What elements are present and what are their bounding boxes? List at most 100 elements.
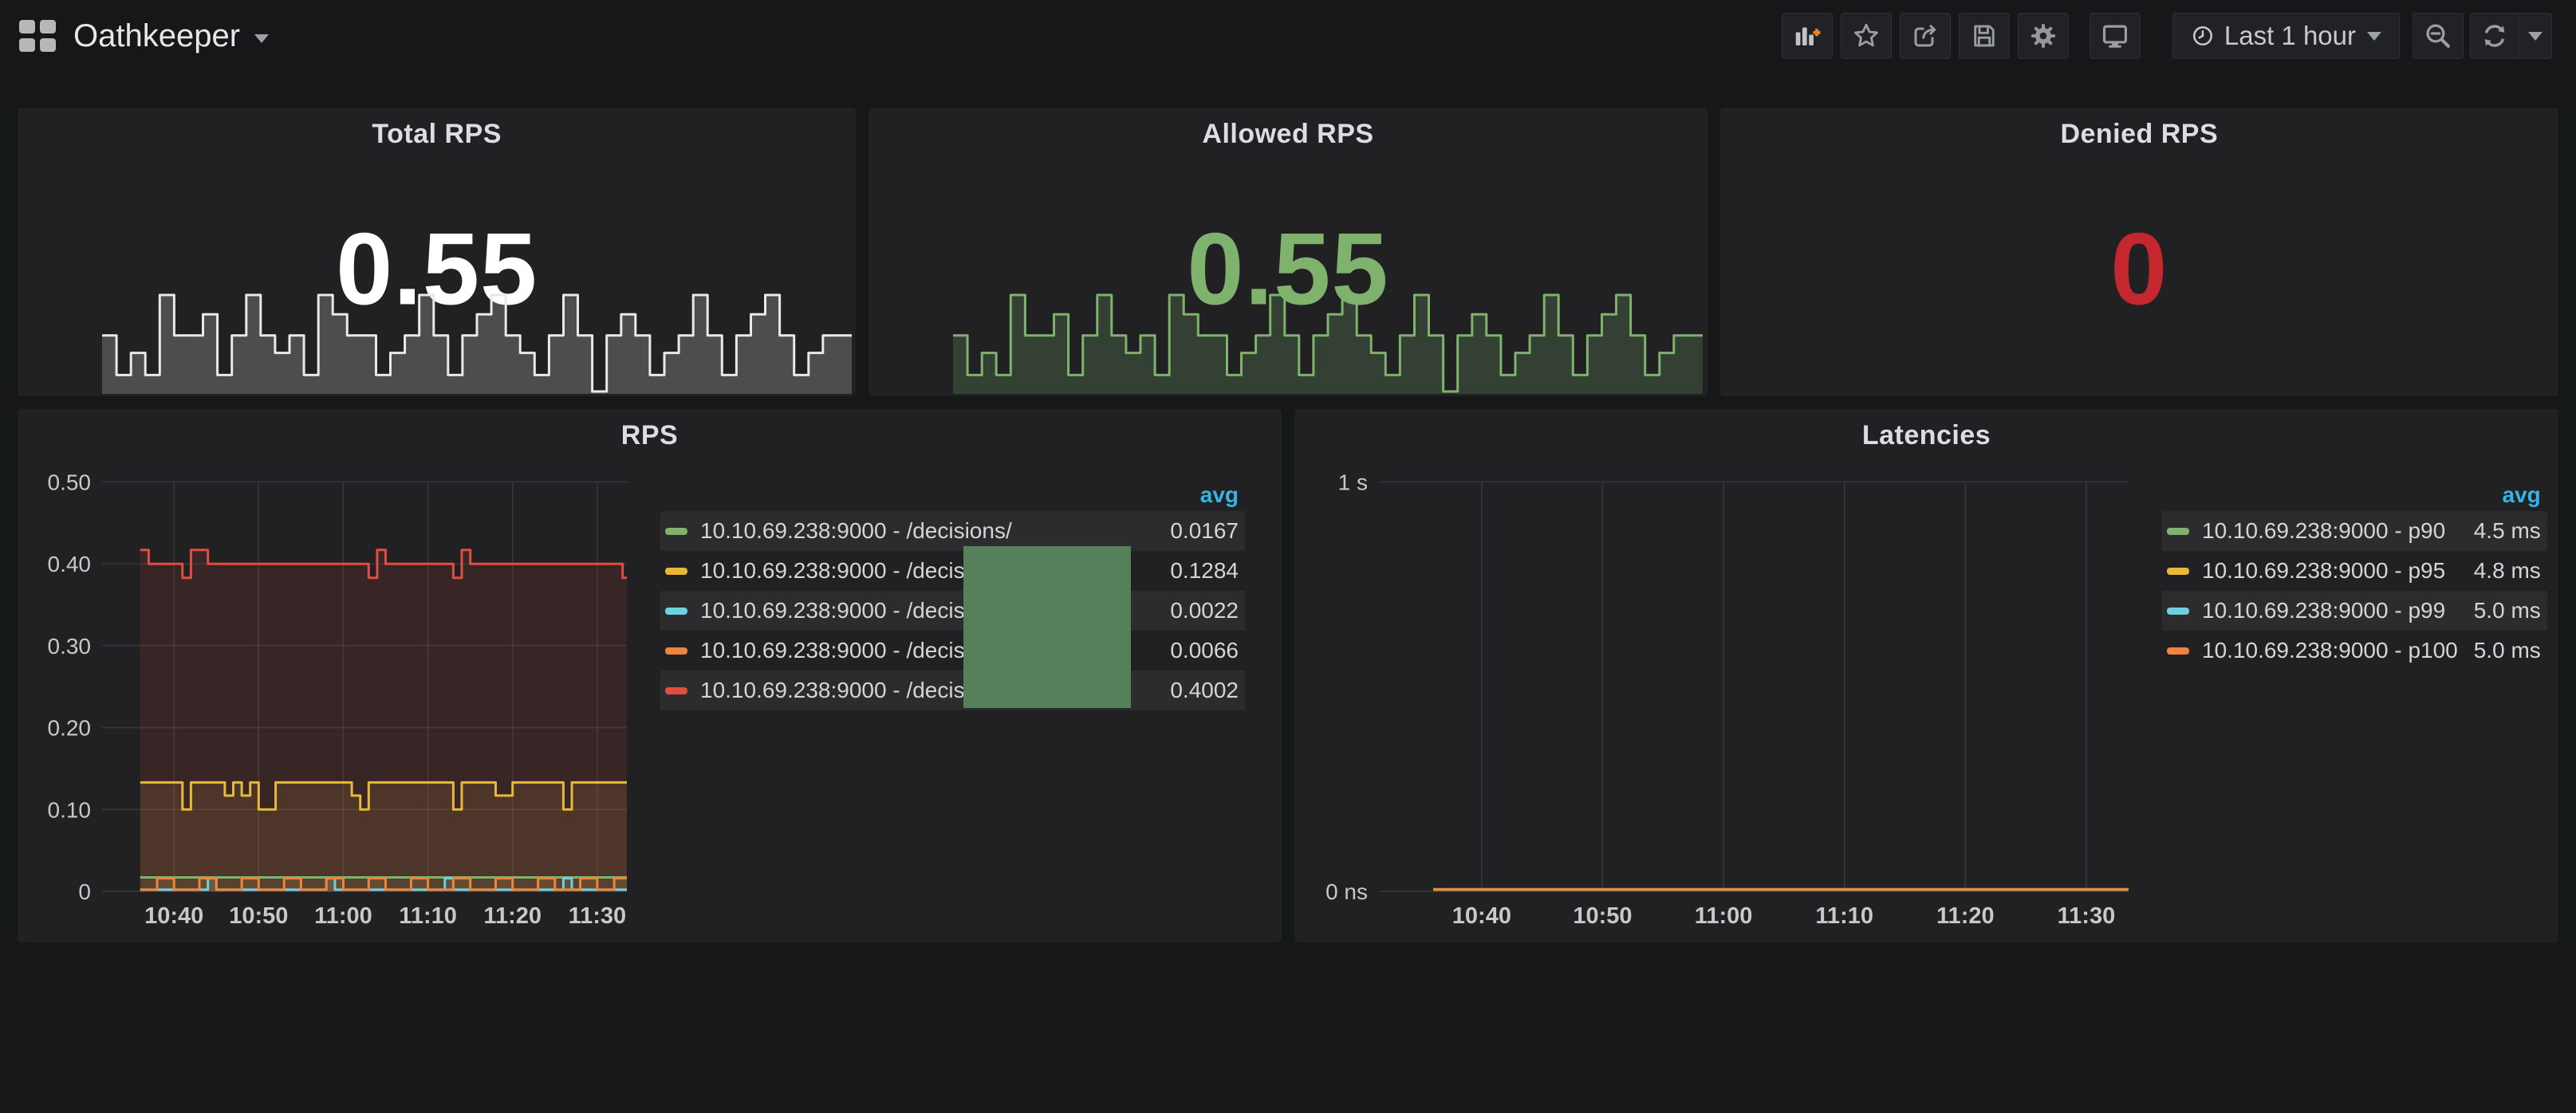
panel-denied-rps: Denied RPS 0 xyxy=(1720,108,2558,396)
refresh-interval-dropdown[interactable] xyxy=(2519,14,2551,58)
panel-title[interactable]: Latencies xyxy=(1294,420,2558,451)
panel-rps-graph: RPS 0.500.400.300.200.10010:4010:5011:00… xyxy=(18,409,1282,942)
legend-series-avg: 4.8 ms xyxy=(2458,558,2541,584)
series-color-swatch-icon xyxy=(665,608,687,615)
dashboard-settings-button[interactable] xyxy=(2018,13,2069,59)
series-color-swatch-icon xyxy=(665,528,687,535)
svg-text:10:40: 10:40 xyxy=(1452,903,1511,929)
rps-time-series-chart[interactable]: 0.500.400.300.200.10010:4010:5011:0011:1… xyxy=(22,454,652,932)
legend-row[interactable]: 10.10.69.238:9000 - p95 4.8 ms xyxy=(2162,551,2547,591)
grid-square xyxy=(40,20,56,33)
series-color-swatch-icon xyxy=(665,568,687,575)
grid-square xyxy=(19,20,35,33)
svg-text:11:30: 11:30 xyxy=(2058,903,2116,929)
svg-text:11:10: 11:10 xyxy=(1815,903,1873,929)
panel-title[interactable]: Total RPS xyxy=(18,119,856,150)
legend-row[interactable]: 10.10.69.238:9000 - /decisions/0.0167 xyxy=(660,511,1245,551)
panel-allowed-rps: Allowed RPS 0.55 xyxy=(869,108,1707,396)
legend-row[interactable]: 10.10.69.238:9000 - p99 5.0 ms xyxy=(2162,591,2547,631)
green-overlay-artifact xyxy=(963,546,1131,708)
zoom-out-icon xyxy=(2424,22,2452,50)
svg-text:10:40: 10:40 xyxy=(144,903,203,929)
svg-text:0.40: 0.40 xyxy=(48,552,92,576)
series-color-swatch-icon xyxy=(665,647,687,655)
svg-text:11:20: 11:20 xyxy=(1936,903,1995,929)
series-color-swatch-icon xyxy=(2167,568,2189,575)
add-panel-button[interactable] xyxy=(1782,13,1833,59)
star-dashboard-button[interactable] xyxy=(1841,13,1892,59)
legend-row[interactable]: 10.10.69.238:9000 - p1005.0 ms xyxy=(2162,631,2547,671)
legend-series-label[interactable]: 10.10.69.238:9000 - p90 xyxy=(2202,518,2445,544)
legend-avg-header[interactable]: avg xyxy=(2162,482,2547,511)
svg-text:0 ns: 0 ns xyxy=(1325,879,1368,904)
legend-series-label[interactable]: 10.10.69.238:9000 - /decisions/ xyxy=(700,518,1012,544)
legend-row[interactable]: 10.10.69.238:9000 - /decisions/0.4002 xyxy=(660,671,1245,710)
refresh-button[interactable] xyxy=(2470,13,2552,59)
svg-text:11:10: 11:10 xyxy=(399,903,457,929)
save-dashboard-button[interactable] xyxy=(1959,13,2010,59)
svg-text:11:20: 11:20 xyxy=(483,903,542,929)
add-panel-icon xyxy=(1791,22,1823,50)
stat-value: 0 xyxy=(2110,211,2168,328)
refresh-caret-icon xyxy=(2528,32,2543,41)
svg-text:11:30: 11:30 xyxy=(569,903,627,929)
time-range-button[interactable]: Last 1 hour xyxy=(2172,13,2400,59)
sparkline-total-rps xyxy=(102,290,852,394)
panel-title[interactable]: Denied RPS xyxy=(1720,119,2558,150)
legend-series-avg: 0.0022 xyxy=(1154,598,1239,623)
dashboard-grid-icon[interactable] xyxy=(19,20,56,52)
star-icon xyxy=(1852,22,1881,50)
legend-row[interactable]: 10.10.69.238:9000 - /decisions/0.0022 xyxy=(660,591,1245,631)
grid-square xyxy=(19,38,35,52)
legend-row[interactable]: 10.10.69.238:9000 - /decisions/0.1284 xyxy=(660,551,1245,591)
svg-text:10:50: 10:50 xyxy=(1573,903,1632,929)
svg-text:0: 0 xyxy=(78,879,91,904)
share-icon xyxy=(1911,22,1940,50)
legend-series-avg: 4.5 ms xyxy=(2458,518,2541,544)
legend-series-label[interactable]: 10.10.69.238:9000 - p99 xyxy=(2202,598,2445,623)
zoom-out-button[interactable] xyxy=(2413,13,2464,59)
svg-text:11:00: 11:00 xyxy=(1695,903,1753,929)
refresh-icon xyxy=(2480,22,2509,50)
svg-text:1 s: 1 s xyxy=(1338,470,1368,495)
legend-series-avg: 0.1284 xyxy=(1154,558,1239,584)
legend-series-avg: 0.0066 xyxy=(1154,638,1239,663)
latencies-legend: avg 10.10.69.238:9000 - p904.5 ms10.10.6… xyxy=(2153,454,2558,936)
legend-series-label[interactable]: 10.10.69.238:9000 - p100 xyxy=(2202,638,2458,663)
legend-row[interactable]: 10.10.69.238:9000 - p90 4.5 ms xyxy=(2162,511,2547,551)
svg-text:0.10: 0.10 xyxy=(48,797,92,822)
series-color-swatch-icon xyxy=(2167,608,2189,615)
panel-total-rps: Total RPS 0.55 xyxy=(18,108,856,396)
time-range-caret-icon xyxy=(2367,32,2381,41)
svg-text:0.20: 0.20 xyxy=(48,716,92,741)
svg-text:0.50: 0.50 xyxy=(48,470,92,495)
navbar: Oathkeeper xyxy=(0,0,2576,72)
dashboard-title[interactable]: Oathkeeper xyxy=(73,18,240,54)
panel-latencies-graph: Latencies 1 s 0 ns 10:40 10:50 11:00 11:10 11:… xyxy=(1294,409,2558,942)
legend-series-avg: 5.0 ms xyxy=(2458,598,2541,623)
cycle-view-button[interactable] xyxy=(2090,13,2141,59)
monitor-icon xyxy=(2100,21,2130,51)
sparkline-allowed-rps xyxy=(953,290,1703,394)
panel-title[interactable]: Allowed RPS xyxy=(869,119,1707,150)
latencies-time-series-chart[interactable]: 1 s 0 ns 10:40 10:50 11:00 11:10 11:20 11:30 xyxy=(1299,454,2153,932)
svg-text:11:00: 11:00 xyxy=(314,903,372,929)
legend-series-avg: 0.0167 xyxy=(1154,518,1239,544)
gear-icon xyxy=(2028,21,2058,51)
svg-text:0.30: 0.30 xyxy=(48,634,92,659)
legend-row[interactable]: 10.10.69.238:9000 - /decisions/0.0066 xyxy=(660,631,1245,671)
legend-series-avg: 0.4002 xyxy=(1154,678,1239,703)
dashboard-canvas: Total RPS 0.55 Allowed RPS 0.55 Denied R… xyxy=(0,72,2576,942)
clock-icon xyxy=(2191,24,2215,48)
legend-series-label[interactable]: 10.10.69.238:9000 - p95 xyxy=(2202,558,2445,584)
legend-avg-header[interactable]: avg xyxy=(660,482,1245,511)
save-icon xyxy=(1970,22,1999,50)
time-range-label: Last 1 hour xyxy=(2224,21,2356,51)
series-color-swatch-icon xyxy=(2167,647,2189,655)
series-color-swatch-icon xyxy=(665,687,687,694)
panel-title[interactable]: RPS xyxy=(18,420,1282,451)
refresh-main[interactable] xyxy=(2471,14,2519,58)
dashboard-title-caret-icon[interactable] xyxy=(254,34,269,43)
series-color-swatch-icon xyxy=(2167,528,2189,535)
share-dashboard-button[interactable] xyxy=(1900,13,1951,59)
